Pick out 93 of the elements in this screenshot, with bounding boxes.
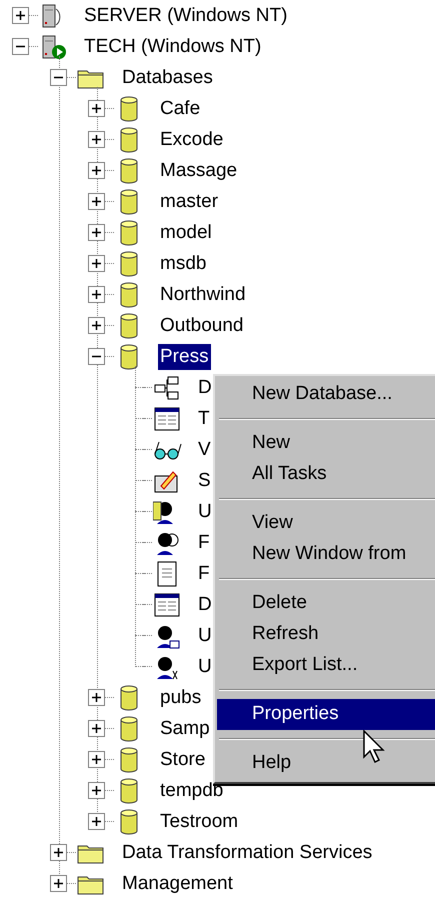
mouse-cursor-icon (363, 730, 385, 766)
tree-item[interactable]: SERVER (Windows NT) (82, 2, 290, 28)
plus-icon (92, 290, 101, 299)
database-icon (119, 250, 139, 276)
expand-toggle[interactable] (88, 100, 105, 117)
collapse-toggle[interactable] (88, 348, 105, 365)
plus-icon (16, 11, 25, 20)
expand-toggle[interactable] (50, 844, 67, 861)
menu-item[interactable]: Help (217, 748, 435, 779)
plus-icon (92, 197, 101, 206)
tree-item[interactable]: Outbound (158, 312, 246, 338)
table-icon (153, 406, 181, 432)
tree-item[interactable]: pubs (158, 684, 204, 710)
database-icon (119, 126, 139, 152)
diagram-icon (153, 374, 181, 400)
plus-icon (92, 135, 101, 144)
tree-item[interactable]: Northwind (158, 282, 248, 308)
menu-item[interactable]: New (217, 428, 435, 459)
plus-icon (92, 166, 101, 175)
menu-item[interactable]: New Window from (217, 539, 435, 570)
expand-toggle[interactable] (88, 131, 105, 148)
expand-toggle[interactable] (88, 286, 105, 303)
expand-toggle[interactable] (88, 782, 105, 799)
plus-icon (92, 104, 101, 113)
expand-toggle[interactable] (88, 720, 105, 737)
plus-icon (92, 724, 101, 733)
database-icon (119, 282, 139, 308)
menu-item[interactable]: Delete (217, 588, 435, 619)
expand-toggle[interactable] (88, 689, 105, 706)
database-icon (119, 778, 139, 804)
tree-item[interactable]: U (196, 622, 214, 648)
expand-toggle[interactable] (88, 162, 105, 179)
tree-item[interactable]: Data Transformation Services (120, 840, 374, 866)
tree-item[interactable]: Press (158, 344, 211, 370)
tree-item[interactable]: Cafe (158, 96, 202, 122)
expand-toggle[interactable] (12, 7, 29, 24)
tree-item[interactable]: U (196, 654, 214, 680)
menu-item[interactable]: View (217, 508, 435, 539)
plus-icon (92, 259, 101, 268)
expand-toggle[interactable] (88, 813, 105, 830)
expand-toggle[interactable] (50, 875, 67, 892)
tree-item[interactable]: U (196, 498, 214, 524)
expand-toggle[interactable] (88, 317, 105, 334)
tree-item[interactable]: Massage (158, 158, 240, 184)
plus-icon (92, 755, 101, 764)
plus-icon (92, 817, 101, 826)
plus-icon (92, 786, 101, 795)
form-icon (153, 592, 181, 618)
plus-icon (92, 321, 101, 330)
database-icon (119, 158, 139, 184)
database-icon (119, 220, 139, 246)
tree-item[interactable]: Testroom (158, 808, 240, 834)
database-icon (119, 684, 139, 710)
document-icon (155, 560, 179, 586)
database-icon (119, 808, 139, 834)
expand-toggle[interactable] (88, 193, 105, 210)
tree-item[interactable]: Excode (158, 126, 226, 152)
tree-item[interactable]: D (196, 592, 214, 618)
database-icon (119, 96, 139, 122)
tree-item[interactable]: F (196, 530, 212, 556)
tree-item[interactable]: master (158, 188, 220, 214)
tree-item[interactable]: Store (158, 746, 208, 772)
database-icon (119, 312, 139, 338)
menu-item[interactable]: New Database... (217, 379, 435, 410)
plus-icon (92, 693, 101, 702)
database-icon (119, 716, 139, 742)
tree-item[interactable]: msdb (158, 250, 208, 276)
tree-item[interactable]: model (158, 220, 214, 246)
menu-item[interactable]: Refresh (217, 619, 435, 650)
expand-toggle[interactable] (88, 751, 105, 768)
plus-icon (92, 228, 101, 237)
tree-item[interactable]: Samp (158, 716, 212, 742)
database-icon (119, 344, 139, 370)
tree-item[interactable]: V (196, 436, 213, 462)
collapse-toggle[interactable] (12, 38, 29, 55)
plus-icon (54, 879, 63, 888)
menu-item[interactable]: Properties (217, 699, 435, 730)
tree-item[interactable]: S (196, 468, 213, 494)
tree-item[interactable]: TECH (Windows NT) (82, 34, 264, 60)
tree-item[interactable]: Management (120, 870, 235, 896)
tree-item[interactable]: F (196, 560, 212, 586)
menu-item[interactable]: Export List... (217, 650, 435, 681)
expand-toggle[interactable] (88, 255, 105, 272)
tree-item[interactable]: Databases (120, 64, 215, 90)
tree-item[interactable]: D (196, 374, 214, 400)
plus-icon (54, 848, 63, 857)
database-icon (119, 746, 139, 772)
database-icon (119, 188, 139, 214)
tree-item[interactable]: tempdb (158, 778, 226, 804)
menu-item[interactable]: All Tasks (217, 459, 435, 490)
collapse-toggle[interactable] (50, 69, 67, 86)
tree-item[interactable]: T (196, 406, 212, 432)
expand-toggle[interactable] (88, 224, 105, 241)
